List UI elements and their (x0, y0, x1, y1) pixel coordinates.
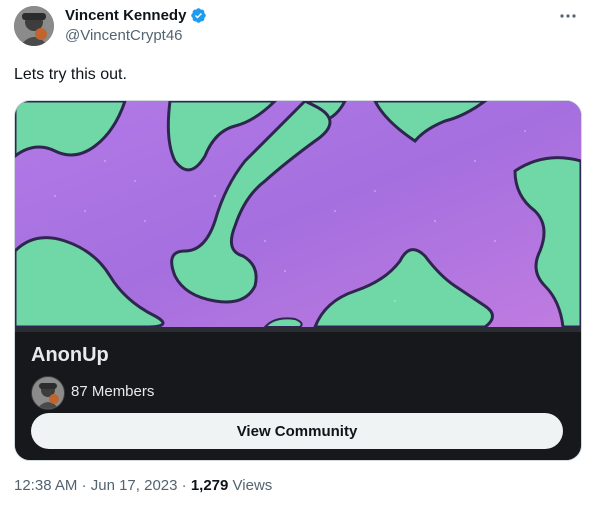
more-icon[interactable] (558, 6, 578, 26)
verified-badge-icon (190, 7, 207, 24)
author-name[interactable]: Vincent Kennedy (65, 7, 186, 24)
community-banner (15, 101, 581, 329)
views-label: Views (232, 477, 273, 494)
post-meta: 12:38 AM · Jun 17, 2023 · 1,279 Views (14, 477, 272, 494)
author-avatar[interactable] (14, 6, 54, 46)
member-count: 87 Members (71, 383, 155, 400)
author-handle[interactable]: @VincentCrypt46 (65, 27, 183, 44)
meta-separator: · (81, 477, 87, 494)
author-name-row: Vincent Kennedy (65, 7, 207, 24)
meta-separator: · (181, 477, 187, 494)
post-date[interactable]: Jun 17, 2023 (91, 477, 178, 494)
community-info: AnonUp 87 Members View Community (15, 327, 581, 460)
member-avatar (31, 376, 65, 410)
community-name: AnonUp (31, 344, 109, 366)
community-card[interactable]: AnonUp 87 Members View Community (14, 100, 582, 461)
view-community-button[interactable]: View Community (31, 413, 563, 449)
post-time[interactable]: 12:38 AM (14, 477, 77, 494)
tweet: Vincent Kennedy @VincentCrypt46 Lets try… (0, 0, 598, 512)
views-count[interactable]: 1,279 (191, 477, 229, 494)
post-text: Lets try this out. (14, 66, 127, 83)
